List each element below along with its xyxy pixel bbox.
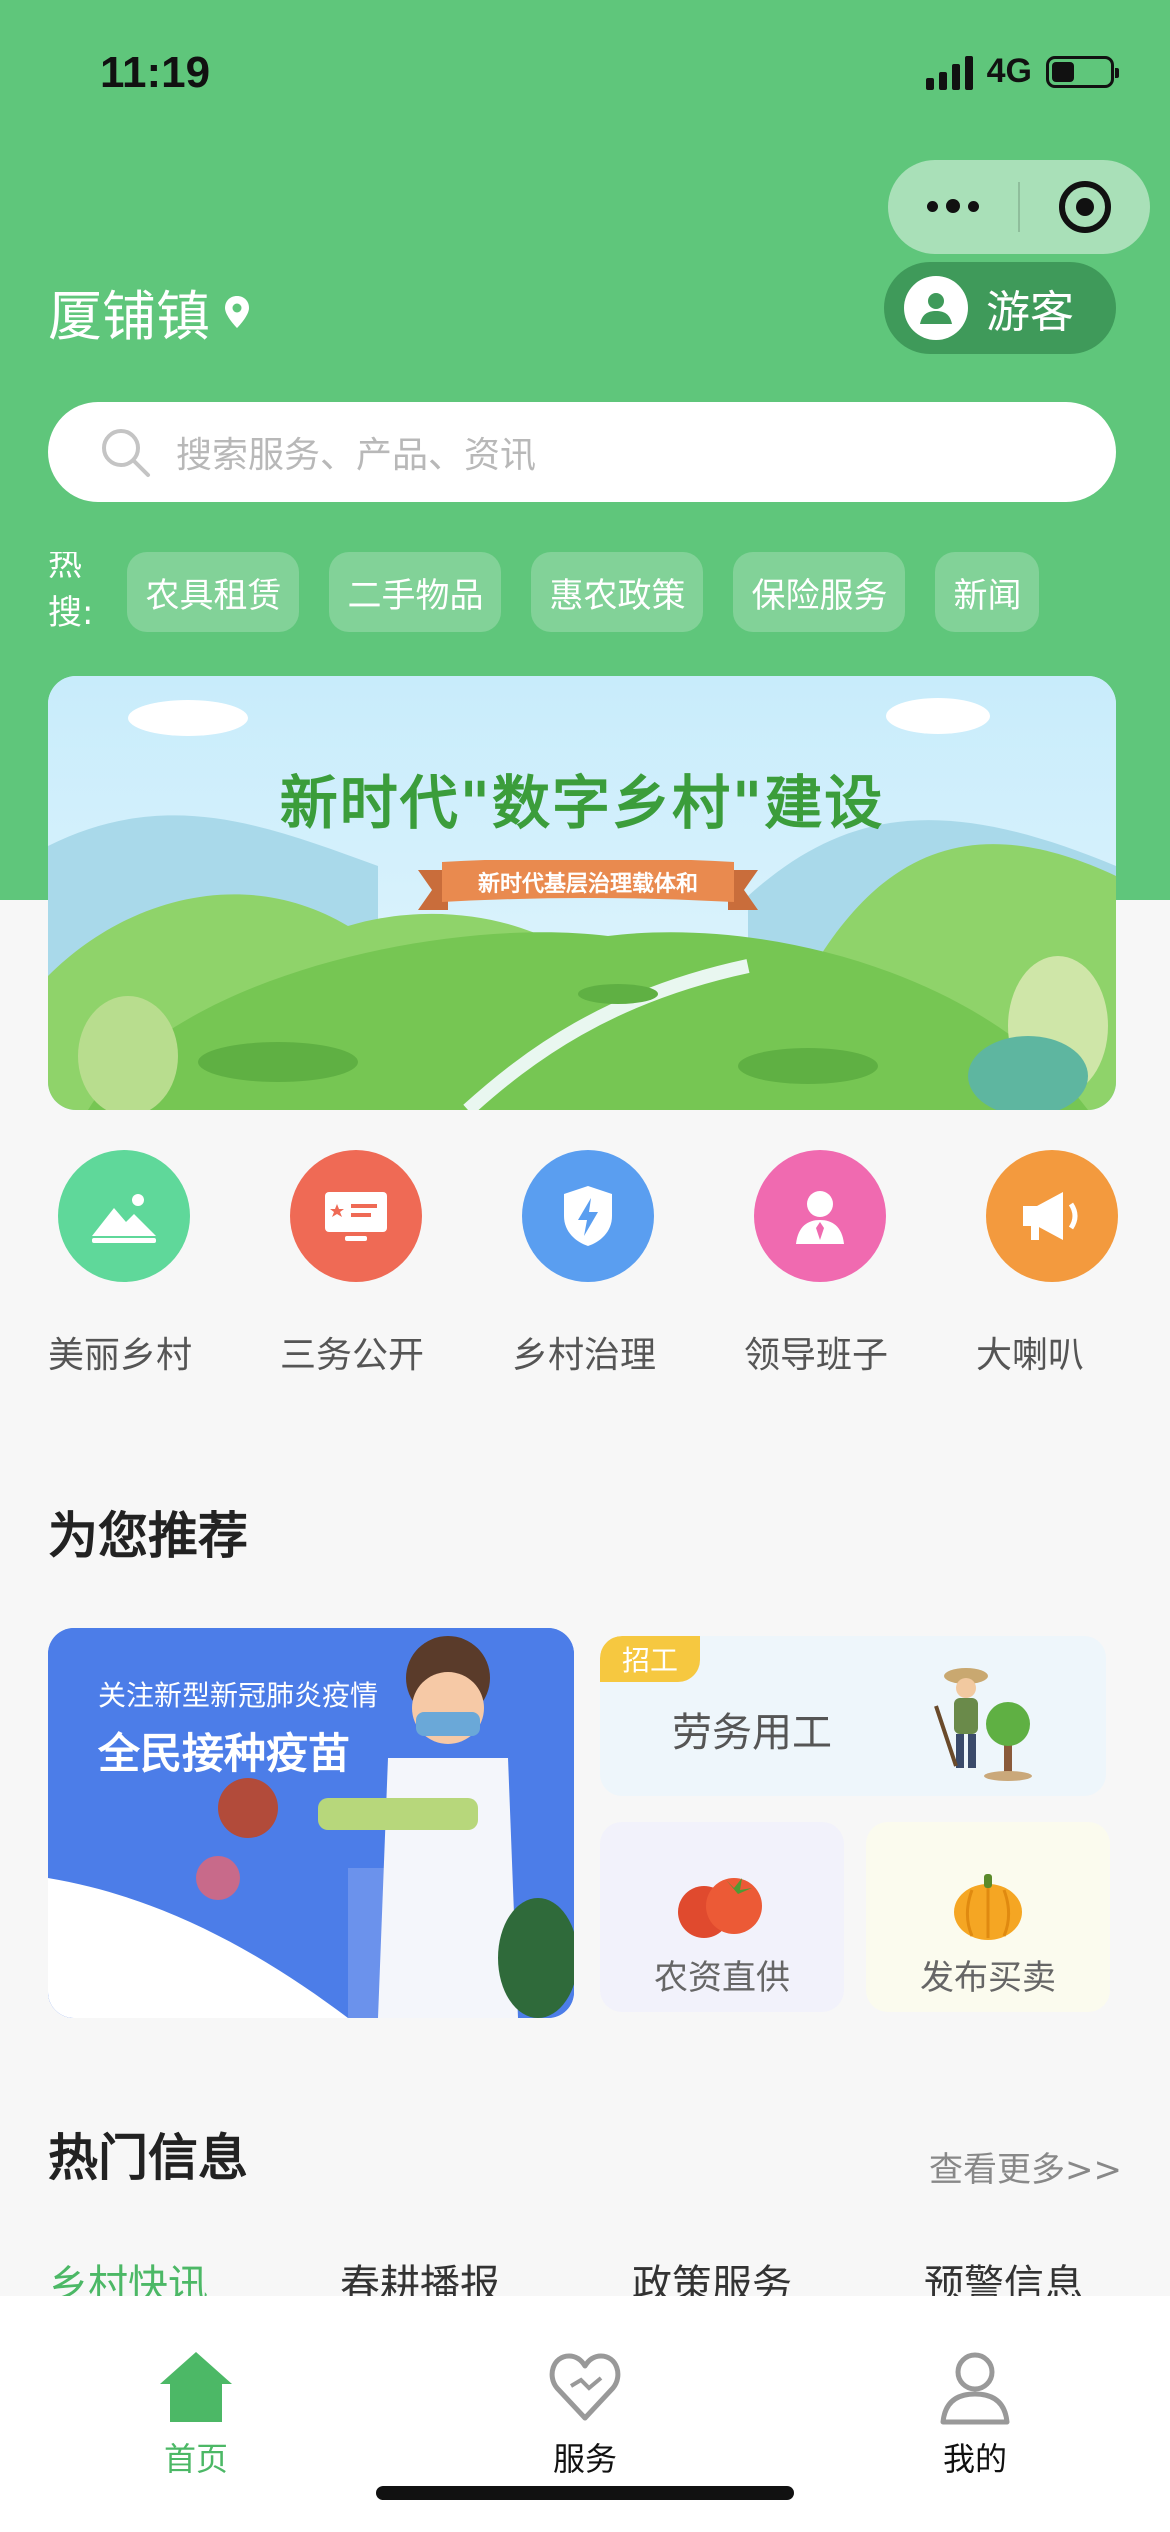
close-target-icon[interactable] xyxy=(1020,181,1150,233)
labor-card-label: 劳务用工 xyxy=(672,1710,832,1756)
service-label: 乡村治理 xyxy=(512,1335,657,1376)
hot-search-row: 热搜: 农具租赁 二手物品 惠农政策 保险服务 新闻 xyxy=(48,552,1058,632)
recruit-tag: 招工 xyxy=(600,1636,701,1682)
service-beautiful-village[interactable]: 美丽乡村 xyxy=(48,1150,280,1390)
farmer-icon xyxy=(934,1668,1032,1781)
banner-carousel[interactable]: 新时代"数字乡村"建设 新时代基层治理载体和 xyxy=(48,676,1116,1110)
guest-label: 游客 xyxy=(986,287,1074,338)
tab-warning-info[interactable]: 预警信息 xyxy=(924,2252,1118,2296)
service-grid: 美丽乡村 三务公开 乡村治理 领导班子 大喇叭 xyxy=(48,1150,1118,1390)
tabbar-label: 首页 xyxy=(163,2440,228,2478)
labor-card[interactable]: 招工 劳务用工 xyxy=(600,1636,1106,1796)
heart-icon xyxy=(549,2353,621,2421)
location-pin-icon xyxy=(225,295,249,328)
shield-bolt-icon xyxy=(522,1150,654,1282)
location-name: 厦铺镇 xyxy=(48,285,210,348)
status-time: 11:19 xyxy=(100,48,211,97)
battery-icon xyxy=(1046,55,1119,88)
search-placeholder: 搜索服务、产品、资讯 xyxy=(176,435,537,476)
service-leadership[interactable]: 领导班子 xyxy=(744,1150,976,1390)
signal-icon xyxy=(925,54,973,90)
tabbar-services[interactable]: 服务 xyxy=(485,2346,685,2480)
recommend-title: 为您推荐 xyxy=(48,1507,248,1565)
hot-search-label: 热搜: xyxy=(48,552,94,632)
more-dots-icon[interactable] xyxy=(888,199,1018,213)
service-label: 美丽乡村 xyxy=(48,1335,193,1376)
banner-ribbon-text: 新时代基层治理载体和 xyxy=(477,872,698,897)
hot-info-title: 热门信息 xyxy=(48,2129,248,2187)
guest-login-button[interactable]: 游客 xyxy=(884,262,1116,354)
service-label: 领导班子 xyxy=(744,1335,889,1376)
notice-board-icon xyxy=(290,1150,422,1282)
service-label: 三务公开 xyxy=(280,1335,425,1376)
user-icon xyxy=(940,2352,1010,2425)
service-label: 大喇叭 xyxy=(976,1335,1085,1376)
tabbar-home[interactable]: 首页 xyxy=(96,2346,296,2480)
trade-label: 发布买卖 xyxy=(920,1958,1056,1998)
leader-icon xyxy=(754,1150,886,1282)
agri-supply-label: 农资直供 xyxy=(654,1958,790,1998)
search-icon xyxy=(102,429,150,477)
person-icon xyxy=(920,293,952,324)
network-type: 4G xyxy=(986,52,1032,90)
hot-search-chip[interactable]: 惠农政策 xyxy=(531,552,704,632)
location-selector[interactable]: 厦铺镇 xyxy=(48,272,250,351)
mountain-icon xyxy=(58,1150,190,1282)
megaphone-icon xyxy=(986,1150,1118,1282)
vaccine-card-title: 全民接种疫苗 xyxy=(98,1729,351,1778)
search-bar[interactable]: 搜索服务、产品、资讯 xyxy=(48,402,1116,502)
hot-search-chip[interactable]: 新闻 xyxy=(935,552,1040,632)
service-loudspeaker[interactable]: 大喇叭 xyxy=(976,1150,1118,1390)
home-icon xyxy=(160,2352,232,2422)
tab-village-news[interactable]: 乡村快讯 xyxy=(48,2252,340,2296)
user-avatar-icon xyxy=(904,276,968,340)
battery-level xyxy=(1052,61,1075,82)
vaccine-card-subtitle: 关注新型新冠肺炎疫情 xyxy=(98,1679,379,1712)
service-three-affairs[interactable]: 三务公开 xyxy=(280,1150,512,1390)
pumpkin-icon xyxy=(954,1874,1022,1940)
banner-title: 新时代"数字乡村"建设 xyxy=(279,769,885,837)
agri-supply-card[interactable]: 农资直供 xyxy=(600,1822,844,2012)
hot-search-chip[interactable]: 保险服务 xyxy=(733,552,906,632)
tabbar-label: 服务 xyxy=(552,2440,617,2478)
miniprogram-capsule xyxy=(888,160,1150,254)
service-village-governance[interactable]: 乡村治理 xyxy=(512,1150,744,1390)
tabbar-mine[interactable]: 我的 xyxy=(875,2346,1075,2480)
status-indicators: 4G xyxy=(925,52,1119,91)
home-indicator xyxy=(376,2486,794,2500)
tab-policy-service[interactable]: 政策服务 xyxy=(632,2252,924,2296)
hot-search-chip[interactable]: 二手物品 xyxy=(329,552,502,632)
tabbar-label: 我的 xyxy=(942,2440,1007,2478)
tab-spring-farming[interactable]: 春耕播报 xyxy=(340,2252,632,2296)
hot-info-tabs: 乡村快讯 春耕播报 政策服务 预警信息 xyxy=(48,2252,1118,2296)
trade-card[interactable]: 发布买卖 xyxy=(866,1822,1110,2012)
tomato-icon xyxy=(678,1878,762,1938)
hot-search-chip[interactable]: 农具租赁 xyxy=(127,552,300,632)
view-more-link[interactable]: 查看更多>> xyxy=(929,2142,1122,2191)
vaccine-card[interactable]: 关注新型新冠肺炎疫情 全民接种疫苗 xyxy=(48,1628,574,2018)
